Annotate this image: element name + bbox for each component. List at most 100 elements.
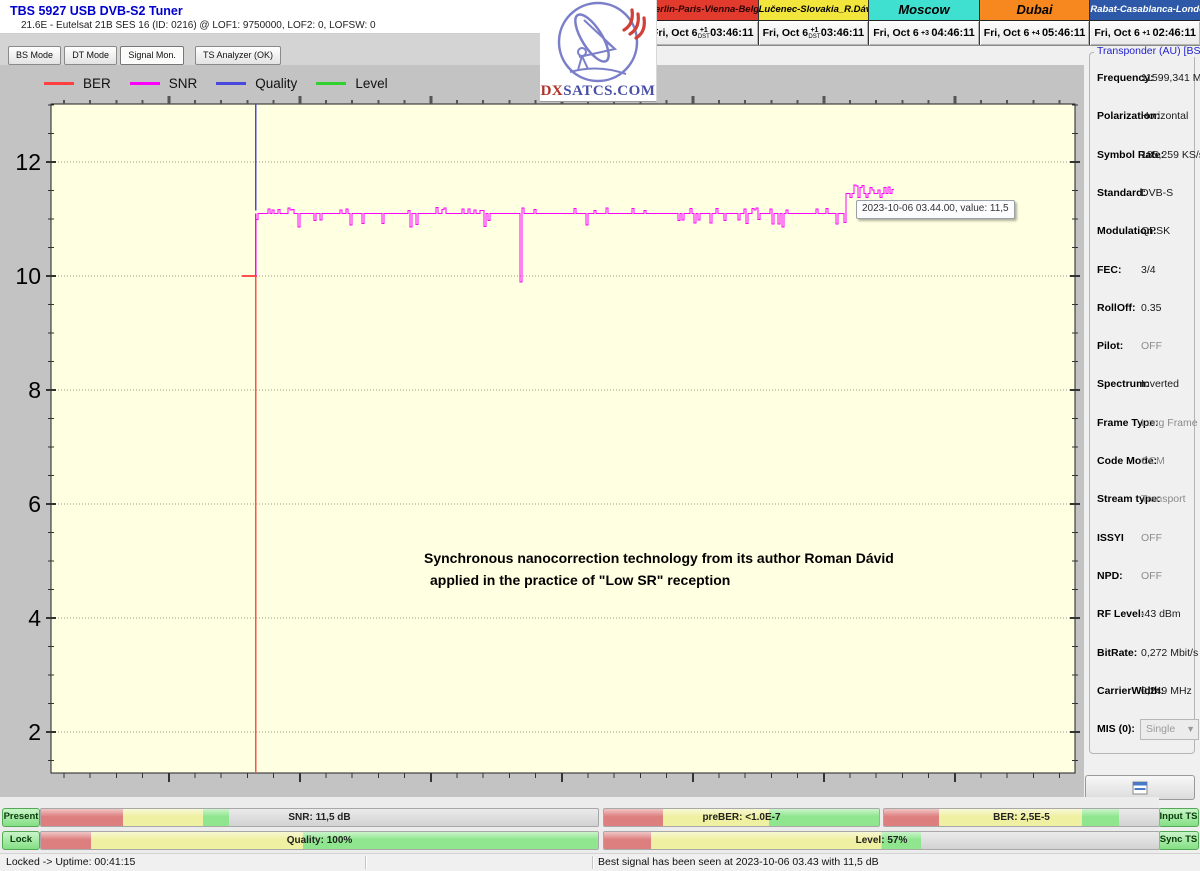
chart-legend: BER SNR Quality Level (44, 76, 388, 91)
clock-time-row: Fri, Oct 6+405:46:11 (980, 21, 1090, 45)
clock-time-row: Fri, Oct 6+1DST03:46:11 (759, 21, 869, 45)
legend-label: Level (355, 76, 387, 91)
world-clocks: Berlin-Paris-Vienna-BelgradeFri, Oct 6+1… (648, 0, 1200, 46)
clock-time-row: Fri, Oct 6+102:46:11 (1090, 21, 1200, 45)
clock-time: 02:46:11 (1153, 27, 1196, 39)
param-value: 0,249 MHz (1141, 685, 1192, 697)
param-label-bitrate-: BitRate: (1097, 647, 1137, 659)
param-value: 3/4 (1141, 264, 1156, 276)
clock-time: 03:46:11 (710, 27, 753, 39)
svg-text:8: 8 (28, 377, 41, 403)
legend-label: Quality (255, 76, 297, 91)
snr-bar: SNR: 11,5 dB (40, 808, 599, 827)
param-label-standard-: Standard: (1097, 187, 1146, 199)
clock-date: Fri, Oct 6 (763, 27, 809, 39)
param-label-rolloff-: RollOff: (1097, 302, 1136, 314)
clock-time-row: Fri, Oct 6+304:46:11 (869, 21, 979, 45)
legend-item-quality: Quality (216, 76, 297, 91)
clock-utc-offset: +1 (1140, 30, 1153, 37)
clock-utc-offset: +1DST (698, 27, 711, 40)
chart-annotation-line2: applied in the practice of "Low SR" rece… (430, 572, 730, 588)
legend-item-level: Level (316, 76, 387, 91)
chart-tooltip: 2023-10-06 03.44.00, value: 11,5 (856, 200, 1015, 219)
clock-time-row: Fri, Oct 6+1DST03:46:11 (648, 21, 758, 45)
level-bar: Level: 57% (603, 831, 1160, 850)
param-label-npd-: NPD: (1097, 570, 1123, 582)
clock-time: 04:46:11 (931, 27, 974, 39)
param-value: 0,272 Mbit/s (1141, 647, 1198, 659)
snr-bar-label: SNR: 11,5 dB (41, 809, 598, 826)
clock-date: Fri, Oct 6 (873, 27, 919, 39)
quality-bar-label: Quality: 100% (41, 832, 598, 849)
lock-uptime-status: Locked -> Uptime: 00:41:15 (6, 854, 135, 871)
param-value: 185,259 KS/s (1141, 149, 1200, 161)
clock-time: 03:46:11 (821, 27, 864, 39)
param-value: -43 dBm (1141, 608, 1181, 620)
signal-monitor-chart: 24681012 BER SNR Quality Level Synchronous … (0, 65, 1084, 798)
param-value: Inverted (1141, 378, 1179, 390)
clock-lu-enec-slovakia-r-d-vid: Lučenec-Slovakia_R.DávidFri, Oct 6+1DST0… (758, 0, 869, 45)
clock-title: Rabat-Casablanca-London (1090, 0, 1200, 21)
dxsatcs-logo: DXSATCS.COM (540, 0, 657, 102)
clock-title: Lučenec-Slovakia_R.Dávid (759, 0, 869, 21)
input-ts-button[interactable]: Input TS (1158, 808, 1199, 827)
param-value: 11599,341 MHz (1141, 72, 1200, 84)
level-bar-label: Level: 57% (604, 832, 1159, 849)
legend-swatch (316, 82, 346, 85)
param-value: OFF (1141, 532, 1162, 544)
clock-date: Fri, Oct 6 (652, 27, 698, 39)
transponder-group-title: Transponder (AU) [BS] (1094, 45, 1200, 57)
clock-berlin-paris-vienna-belgrade: Berlin-Paris-Vienna-BelgradeFri, Oct 6+1… (648, 0, 758, 45)
param-label-fec-: FEC: (1097, 264, 1122, 276)
param-label-issyi: ISSYI (1097, 532, 1124, 544)
clock-moscow: MoscowFri, Oct 6+304:46:11 (868, 0, 979, 45)
chevron-down-icon: ▼ (1186, 720, 1195, 738)
quality-bar: Quality: 100% (40, 831, 599, 850)
legend-label: SNR (169, 76, 198, 91)
tab-bs-mode[interactable]: BS Mode (8, 46, 61, 65)
clock-utc-offset: +4 (1029, 30, 1042, 37)
clock-date: Fri, Oct 6 (984, 27, 1030, 39)
tab-signal-mon-[interactable]: Signal Mon. (120, 46, 184, 65)
legend-label: BER (83, 76, 111, 91)
ber-bar-label: BER: 2,5E-5 (884, 809, 1159, 826)
param-value: CCM (1141, 455, 1165, 467)
clock-title: Dubai (980, 0, 1090, 21)
tab-ts-analyzer-ok-[interactable]: TS Analyzer (OK) (195, 46, 281, 65)
legend-swatch (216, 82, 246, 85)
satellite-dish-icon (540, 0, 656, 84)
param-label-pilot-: Pilot: (1097, 340, 1123, 352)
sync-ts-button[interactable]: Sync TS (1158, 831, 1199, 850)
param-value: Transport (1141, 493, 1186, 505)
preber-bar: preBER: <1.0E-7 (603, 808, 880, 827)
legend-item-snr: SNR (130, 76, 198, 91)
clock-dubai: DubaiFri, Oct 6+405:46:11 (979, 0, 1090, 45)
clock-time: 05:46:11 (1042, 27, 1085, 39)
param-value: Horizontal (1141, 110, 1188, 122)
param-value: Long Frame (1141, 417, 1198, 429)
chart-plot: 24681012 (0, 65, 1084, 797)
app-title: TBS 5927 USB DVB-S2 Tuner (10, 4, 183, 18)
best-signal-status: Best signal has been seen at 2023-10-06 … (598, 854, 879, 871)
tab-dt-mode[interactable]: DT Mode (64, 46, 117, 65)
mis-select[interactable]: Single▼ (1140, 719, 1199, 740)
legend-swatch (44, 82, 74, 85)
clock-date: Fri, Oct 6 (1094, 27, 1140, 39)
svg-text:12: 12 (15, 149, 41, 175)
clock-utc-offset: +1DST (808, 27, 821, 40)
mis-label: MIS (0): (1097, 723, 1135, 735)
param-label-rf-level-: RF Level: (1097, 608, 1144, 620)
legend-item-ber: BER (44, 76, 111, 91)
table-icon (1132, 781, 1148, 795)
preber-bar-label: preBER: <1.0E-7 (604, 809, 879, 826)
logo-text: DXSATCS.COM (540, 83, 656, 100)
clock-title: Berlin-Paris-Vienna-Belgrade (648, 0, 758, 21)
ber-bar: BER: 2,5E-5 (883, 808, 1160, 827)
svg-text:4: 4 (28, 605, 41, 631)
present-button[interactable]: Present (2, 808, 40, 827)
chart-annotation-line1: Synchronous nanocorrection technology fr… (424, 550, 894, 566)
status-bar: Locked -> Uptime: 00:41:15 Best signal h… (0, 853, 1200, 871)
status-divider (365, 856, 366, 869)
lock-button[interactable]: Lock (2, 831, 40, 850)
param-value: OFF (1141, 340, 1162, 352)
